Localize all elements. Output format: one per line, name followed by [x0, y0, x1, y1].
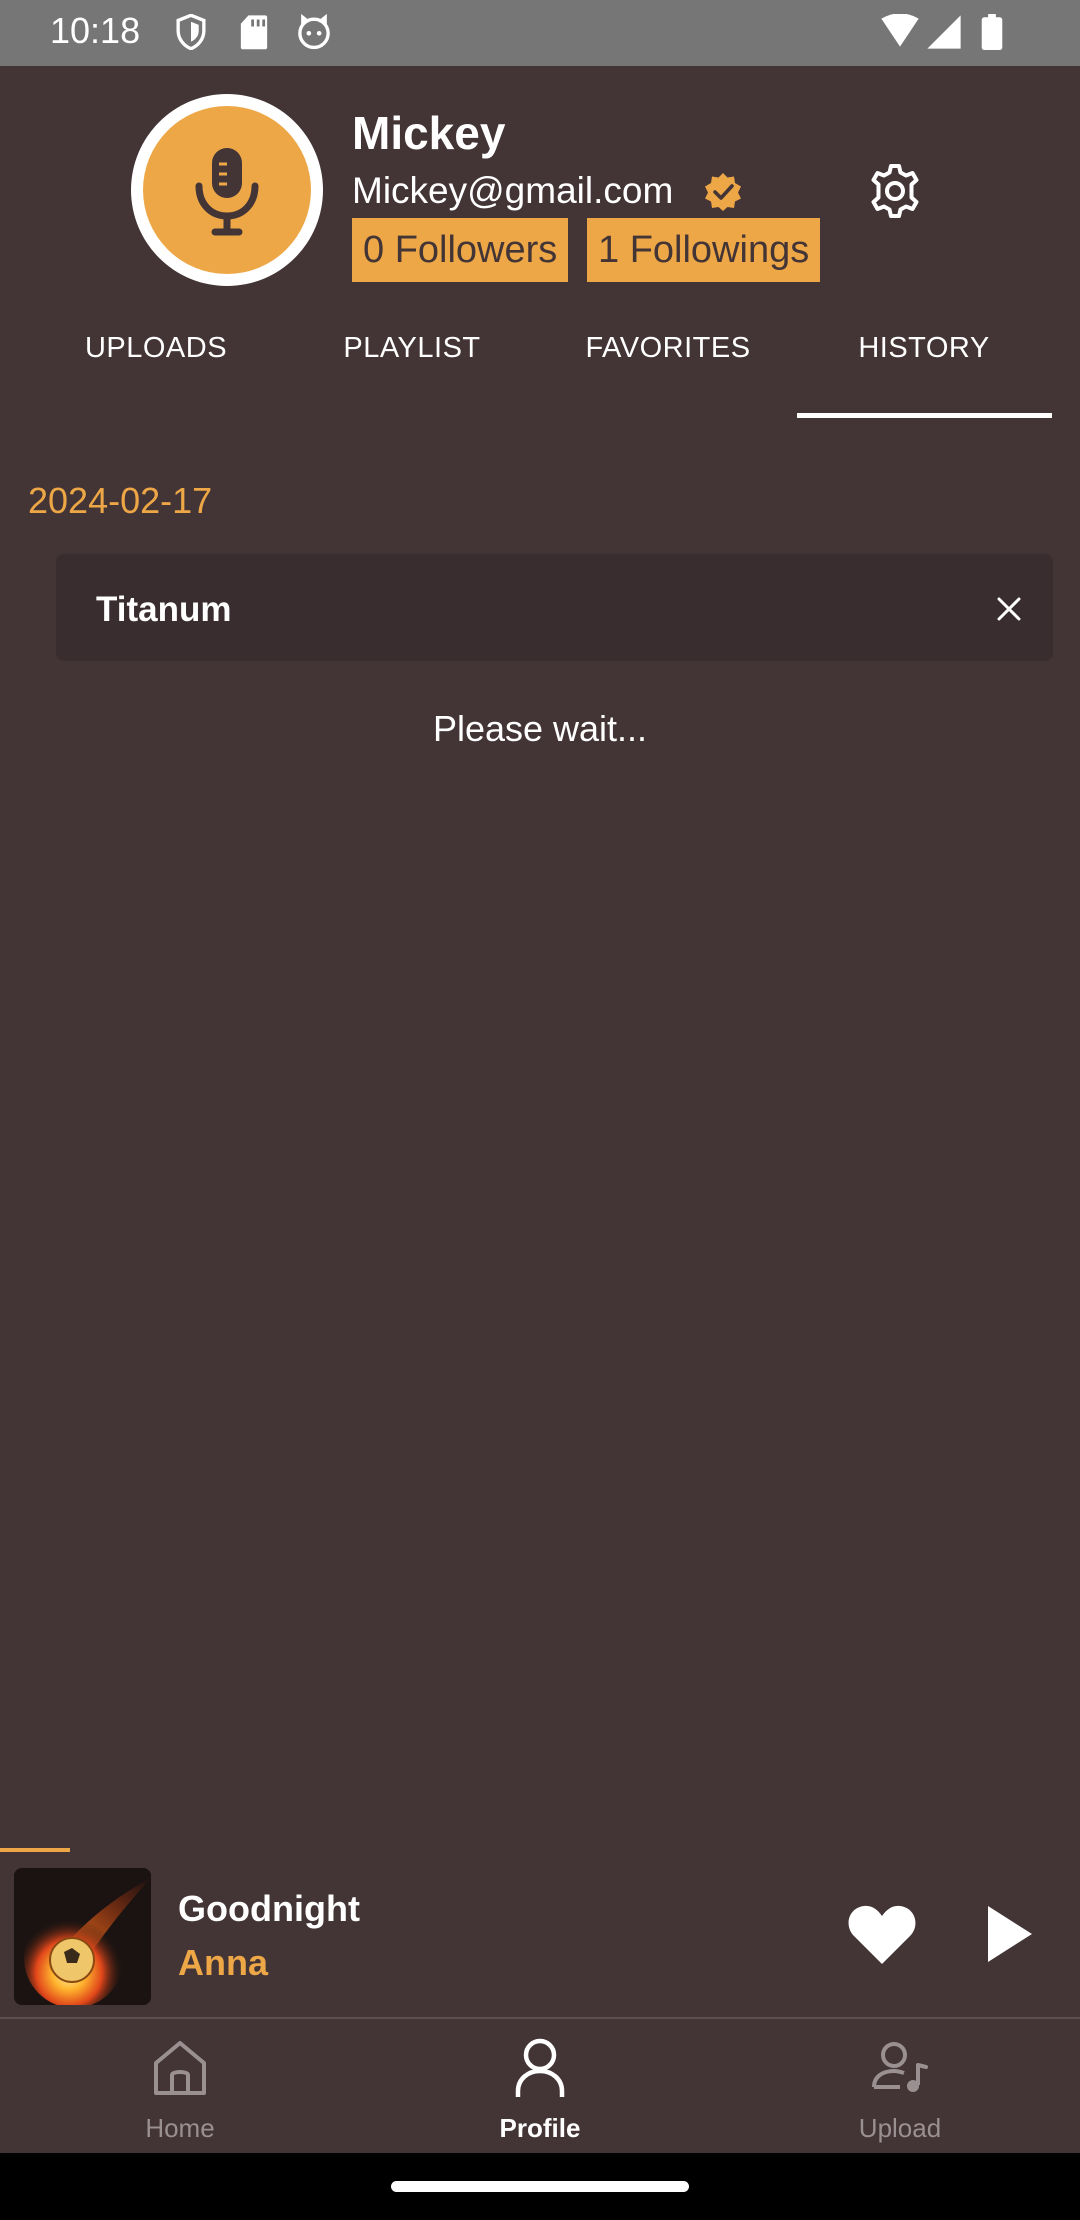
tab-uploads[interactable]: UPLOADS	[28, 332, 284, 422]
user-name: Mickey	[352, 107, 506, 159]
user-email: Mickey@gmail.com	[352, 170, 674, 211]
nav-label: Home	[145, 2113, 215, 2143]
followings-count[interactable]: 1 Followings	[587, 218, 821, 282]
microphone-icon	[195, 148, 259, 236]
history-date-header: 2024-02-17	[28, 480, 213, 521]
nav-item-upload[interactable]: Upload	[720, 2019, 1080, 2153]
avatar[interactable]	[143, 106, 311, 274]
upload-music-icon	[872, 2042, 928, 2092]
tab-favorites[interactable]: FAVORITES	[540, 332, 796, 422]
tab-playlist[interactable]: PLAYLIST	[284, 332, 540, 422]
tab-history[interactable]: HISTORY	[796, 332, 1052, 422]
home-icon	[154, 2041, 206, 2095]
playback-progress[interactable]	[0, 1848, 70, 1852]
signal-icon	[927, 15, 961, 49]
verified-badge-icon	[705, 173, 741, 211]
home-gesture-handle[interactable]	[391, 2181, 689, 2192]
battery-icon	[981, 14, 1003, 50]
loading-text: Please wait...	[432, 708, 648, 749]
close-icon[interactable]	[995, 595, 1023, 623]
gear-icon[interactable]	[866, 162, 924, 220]
player-track-title: Goodnight	[178, 1888, 360, 1929]
player-artist-name: Anna	[178, 1942, 268, 1983]
nav-item-home[interactable]: Home	[0, 2019, 360, 2153]
followers-count[interactable]: 0 Followers	[352, 218, 569, 282]
tab-label: UPLOADS	[84, 332, 228, 364]
album-art[interactable]	[14, 1868, 151, 2005]
shield-icon	[176, 14, 206, 50]
person-icon	[515, 2038, 565, 2097]
cat-icon	[298, 14, 330, 50]
nav-label: Upload	[858, 2113, 942, 2143]
tab-label: PLAYLIST	[343, 332, 481, 364]
album-art-image	[14, 1868, 151, 2005]
tab-label: HISTORY	[858, 332, 990, 364]
nav-item-profile[interactable]: Profile	[360, 2019, 720, 2153]
nav-label: Profile	[499, 2113, 581, 2143]
play-icon[interactable]	[984, 1904, 1034, 1964]
wifi-icon	[881, 14, 919, 47]
sd-card-icon	[240, 15, 268, 50]
history-item-title: Titanum	[96, 590, 232, 629]
heart-icon[interactable]	[846, 1902, 918, 1966]
tab-label: FAVORITES	[585, 332, 751, 364]
active-tab-indicator	[797, 413, 1052, 418]
status-time: 10:18	[50, 10, 141, 51]
